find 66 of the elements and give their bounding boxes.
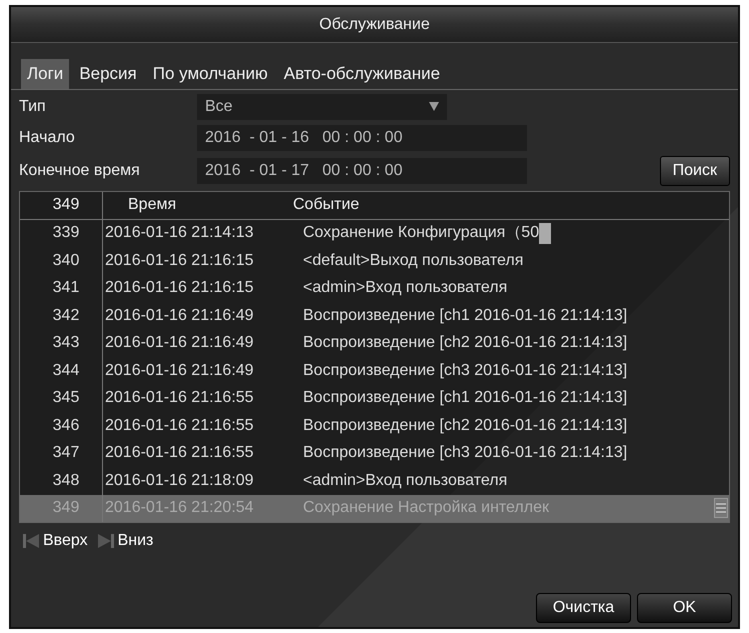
- skip-back-icon: [23, 533, 39, 549]
- log-row[interactable]: 343 2016-01-16 21:16:49 Воспроизведение [ch2 2016-01-16 21:14:13]: [20, 330, 729, 357]
- table-cell: 344: [52, 362, 80, 379]
- window-title: Обслуживание: [319, 14, 430, 34]
- search-button[interactable]: Поиск: [660, 156, 730, 186]
- table-cell: Воспроизведение [ch1 2016-01-16 21:14:13]: [303, 306, 628, 324]
- log-row[interactable]: 347 2016-01-16 21:16:55 Воспроизведение [ch3 2016-01-16 21:14:13]: [20, 440, 729, 467]
- table-cell: Воспроизведение [ch2 2016-01-16 21:14:13]: [303, 334, 628, 352]
- table-cell-text: 2016-01-16 21:16:55: [105, 443, 254, 464]
- log-row[interactable]: 346 2016-01-16 21:16:55 Воспроизведение [ch2 2016-01-16 21:14:13]: [20, 412, 729, 440]
- type-dropdown[interactable]: Все: [197, 94, 447, 120]
- table-cell-text: 2016-01-16 21:14:13: [105, 223, 254, 244]
- column-header: Событие: [293, 196, 360, 213]
- table-cell: 349: [52, 499, 80, 516]
- table-cell: Воспроизведение [ch2 2016-01-16 21:14:13]: [303, 416, 628, 434]
- table-cell-text: 2016-01-16 21:16:15: [105, 250, 254, 271]
- table-cell: 339: [52, 224, 80, 242]
- table-cell: <admin>Вход пользователя: [303, 279, 508, 296]
- table-cell-text: 2016-01-16 21:16:49: [105, 306, 254, 326]
- page-down-button[interactable]: Вниз: [98, 529, 154, 553]
- log-row[interactable]: 344 2016-01-16 21:16:49 Воспроизведение [ch3 2016-01-16 21:14:13]: [20, 357, 729, 384]
- clear-button[interactable]: Очистка: [536, 593, 631, 623]
- table-cell: <default>Выход пользователя: [303, 252, 524, 269]
- table-cell-text: 2016-01-16 21:16:49: [105, 333, 254, 354]
- dropdown-arrow-icon: [429, 102, 439, 111]
- table-cell: Воспроизведение [ch3 2016-01-16 21:14:13]: [303, 444, 628, 462]
- log-row[interactable]: 345 2016-01-16 21:16:55 Воспроизведение [ch1 2016-01-16 21:14:13]: [20, 384, 729, 412]
- table-cell: 346: [52, 416, 80, 434]
- table-cell: Сохранение Конфигурация（50: [303, 224, 540, 242]
- table-cell: Воспроизведение [ch1 2016-01-16 21:14:13]: [303, 389, 628, 406]
- table-cell: Воспроизведение [ch3 2016-01-16 21:14:13]: [303, 362, 628, 379]
- table-cell-text: 2016-01-16 21:18:09: [105, 470, 254, 491]
- date-time-field[interactable]: 2016 - 01 - 16 00 : 00 : 00: [197, 124, 527, 150]
- page-up-button[interactable]: Вверх: [23, 529, 88, 553]
- text-cursor: [539, 222, 552, 244]
- column-header: Время: [128, 195, 176, 215]
- log-row[interactable]: 342 2016-01-16 21:16:49 Воспроизведение [ch1 2016-01-16 21:14:13]: [20, 302, 729, 330]
- log-row[interactable]: 340 2016-01-16 21:16:15 <default>Выход пользователя: [20, 247, 729, 274]
- table-cell: Сохранение Настройка интеллек: [303, 499, 549, 516]
- table-cell: <admin>Вход пользователя: [303, 472, 508, 489]
- table-cell: 340: [52, 252, 80, 269]
- tab[interactable]: Авто-обслуживание: [278, 59, 446, 88]
- tab[interactable]: Логи: [21, 59, 70, 88]
- field-label: Начало: [19, 128, 76, 148]
- date-time-field[interactable]: 2016 - 01 - 17 00 : 00 : 00: [197, 158, 527, 184]
- ok-button[interactable]: OK: [637, 593, 732, 623]
- scrollbar-handle-icon[interactable]: [714, 498, 728, 518]
- tab[interactable]: По умолчанию: [146, 59, 274, 88]
- table-cell: 341: [52, 279, 80, 296]
- table-cell: 345: [52, 389, 80, 406]
- column-header: 349: [52, 196, 80, 213]
- table-cell-text: 2016-01-16 21:16:55: [105, 416, 254, 436]
- table-cell-text: 2016-01-16 21:20:54: [105, 498, 254, 518]
- field-label: Тип: [19, 96, 47, 116]
- table-cell: 343: [52, 334, 80, 352]
- table-cell-text: 2016-01-16 21:16:55: [105, 388, 254, 408]
- table-cell: 342: [52, 306, 80, 324]
- log-row[interactable]: 341 2016-01-16 21:16:15 <admin>Вход пользователя: [20, 274, 729, 302]
- field-label: Конечное время: [19, 160, 141, 180]
- skip-forward-icon: [98, 533, 114, 549]
- table-cell-text: 2016-01-16 21:16:49: [105, 360, 254, 381]
- log-row[interactable]: 339 2016-01-16 21:14:13 Сохранение Конфигурация（50: [20, 220, 729, 247]
- tab[interactable]: Версия: [73, 59, 143, 88]
- table-cell: 347: [52, 444, 80, 462]
- table-cell-text: 2016-01-16 21:16:15: [105, 278, 254, 298]
- table-cell: 348: [52, 472, 80, 489]
